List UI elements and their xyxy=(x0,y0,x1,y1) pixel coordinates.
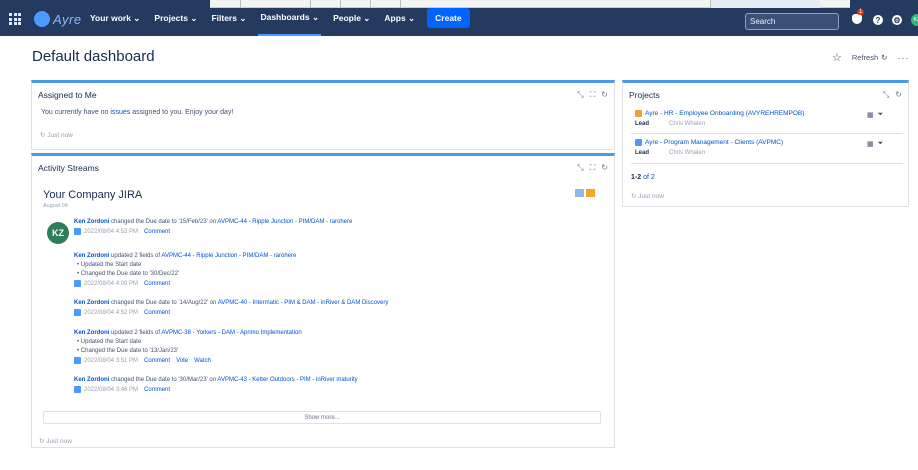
nav-apps[interactable]: Apps ⌄ xyxy=(382,0,417,36)
board-icon[interactable]: ▦ xyxy=(867,111,874,119)
maximize-icon[interactable]: ⛶ xyxy=(590,163,596,173)
filter-icon[interactable]: ⏷ xyxy=(878,140,884,148)
task-icon xyxy=(74,228,81,235)
minimize-icon[interactable]: ⤡ xyxy=(577,90,583,100)
divider xyxy=(631,163,903,164)
main-nav: Your work ⌄ Projects ⌄ Filters ⌄ Dashboa… xyxy=(88,0,470,36)
activity-streams-gadget: Activity Streams ⤡ ⛶ ↻ Your Company JIRA… xyxy=(31,153,615,448)
search-box[interactable] xyxy=(745,13,839,30)
logo-mark-icon xyxy=(34,11,50,27)
page-title: Default dashboard xyxy=(32,48,155,65)
user-avatar[interactable]: KZ xyxy=(911,14,918,26)
project-item: Ayre - HR - Employee Onboarding (AVYREHR… xyxy=(635,110,805,127)
issue-link[interactable]: AVPMC-40 - Intermatic - PIM & DAM - inRi… xyxy=(218,300,389,306)
search-input[interactable] xyxy=(750,17,838,26)
activity-entry: Ken Zordoni changed the Due date to '30/… xyxy=(74,377,358,395)
vote-link[interactable]: Vote xyxy=(176,357,188,366)
maximize-icon[interactable]: ⛶ xyxy=(590,90,596,100)
nav-dashboards[interactable]: Dashboards ⌄ xyxy=(258,0,322,36)
updated-time: ↻ Just now xyxy=(40,132,73,139)
settings-icon[interactable]: ⚙ xyxy=(892,15,902,25)
header-actions: ☆ Refresh ↻ ··· xyxy=(832,51,909,64)
project-link[interactable]: Ayre - Program Management - Clients (AVP… xyxy=(645,139,783,146)
comment-link[interactable]: Comment xyxy=(144,280,170,289)
nav-filters[interactable]: Filters ⌄ xyxy=(209,0,248,36)
refresh-button[interactable]: Refresh ↻ xyxy=(852,53,888,62)
activity-entry: Ken Zordoni changed the Due date to '14/… xyxy=(74,300,389,318)
feed-icon[interactable] xyxy=(586,189,595,197)
user-link[interactable]: Ken Zordoni xyxy=(74,300,109,306)
issue-link[interactable]: AVPMC-44 - Ripple Junction - PIM/DAM - r… xyxy=(161,253,296,259)
notifications-icon[interactable]: 1 xyxy=(852,9,865,26)
updated-time: ↻ Just now xyxy=(39,438,72,445)
refresh-icon: ↻ xyxy=(881,53,888,62)
comment-link[interactable]: Comment xyxy=(144,386,170,395)
gadget-title: Activity Streams xyxy=(38,163,99,173)
logo-text: Ayre xyxy=(53,11,82,27)
project-controls: ▦ ⏷ xyxy=(867,111,883,119)
stream-title: Your Company JIRA xyxy=(43,189,143,201)
task-icon xyxy=(74,357,81,364)
refresh-icon[interactable]: ↻ xyxy=(601,90,608,100)
refresh-label: Refresh xyxy=(851,53,879,62)
comment-link[interactable]: Comment xyxy=(144,309,170,318)
top-navigation-bar: Ayre Your work ⌄ Projects ⌄ Filters ⌄ Da… xyxy=(0,0,918,36)
updated-time: ↻ Just now xyxy=(631,193,664,200)
lead-name[interactable]: Chris Whalen xyxy=(669,150,705,156)
notification-badge: 1 xyxy=(857,9,865,15)
comment-link[interactable]: Comment xyxy=(144,357,170,366)
task-icon xyxy=(74,386,81,393)
app-switcher-icon[interactable] xyxy=(9,13,21,25)
filter-icon[interactable]: ⏷ xyxy=(878,111,884,119)
project-icon xyxy=(635,139,642,146)
task-icon xyxy=(74,280,81,287)
show-more-button[interactable]: Show more... xyxy=(43,411,601,424)
list-view-icon[interactable] xyxy=(575,189,584,197)
stream-date: August 04 xyxy=(43,203,68,209)
issue-link[interactable]: AVPMC-43 - Ketter Outdoors - PIM - inRiv… xyxy=(217,377,357,383)
more-icon[interactable]: ··· xyxy=(897,53,909,63)
user-link[interactable]: Ken Zordoni xyxy=(74,330,109,336)
assigned-to-me-gadget: Assigned to Me ⤡ ⛶ ↻ You currently have … xyxy=(31,80,615,150)
minimize-icon[interactable]: ⤡ xyxy=(883,90,889,100)
pagination: 1-2 of 2 xyxy=(631,174,655,181)
project-link[interactable]: Ayre - HR - Employee Onboarding (AVYREHR… xyxy=(645,110,804,117)
divider xyxy=(631,133,903,134)
issues-link[interactable]: issues xyxy=(110,109,130,116)
activity-entry: Ken Zordoni updated 2 fields of AVPMC-38… xyxy=(74,330,302,366)
logo[interactable]: Ayre xyxy=(34,11,82,27)
assigned-message: You currently have no issues assigned to… xyxy=(41,109,234,116)
nav-people[interactable]: People ⌄ xyxy=(331,0,372,36)
nav-your-work[interactable]: Your work ⌄ xyxy=(88,0,142,36)
task-icon xyxy=(74,309,81,316)
user-link[interactable]: Ken Zordoni xyxy=(74,377,109,383)
project-controls: ▦ ⏷ xyxy=(867,140,883,148)
issue-link[interactable]: AVPMC-38 - Yorkers - DAM - Aprimo Implem… xyxy=(161,330,301,336)
refresh-icon[interactable]: ↻ xyxy=(895,90,902,100)
project-icon xyxy=(635,110,642,117)
board-icon[interactable]: ▦ xyxy=(867,140,874,148)
nav-projects[interactable]: Projects ⌄ xyxy=(152,0,199,36)
top-right-icons: 1 ? ⚙ KZ xyxy=(852,9,918,26)
pagination-of[interactable]: of 2 xyxy=(643,174,655,181)
help-icon[interactable]: ? xyxy=(873,15,883,25)
watch-link[interactable]: Watch xyxy=(194,357,211,366)
comment-link[interactable]: Comment xyxy=(144,228,170,237)
lead-name[interactable]: Chris Whalen xyxy=(669,121,705,127)
activity-entry: Ken Zordoni updated 2 fields of AVPMC-44… xyxy=(74,253,297,289)
issue-link[interactable]: AVPMC-44 - Ripple Junction - PIM/DAM - r… xyxy=(217,219,352,225)
user-link[interactable]: Ken Zordoni xyxy=(74,219,109,225)
projects-gadget: Projects ⤡ ↻ Ayre - HR - Employee Onboar… xyxy=(622,80,909,207)
avatar: KZ xyxy=(47,222,69,244)
refresh-icon[interactable]: ↻ xyxy=(601,163,608,173)
activity-entry: Ken Zordoni changed the Due date to '15/… xyxy=(74,219,353,237)
stream-view-icons xyxy=(575,189,595,197)
create-button[interactable]: Create xyxy=(427,8,470,28)
project-item: Ayre - Program Management - Clients (AVP… xyxy=(635,139,784,156)
minimize-icon[interactable]: ⤡ xyxy=(577,163,583,173)
star-icon[interactable]: ☆ xyxy=(832,51,842,64)
user-link[interactable]: Ken Zordoni xyxy=(74,253,109,259)
gadget-title: Assigned to Me xyxy=(38,90,97,100)
gadget-title: Projects xyxy=(629,90,660,100)
